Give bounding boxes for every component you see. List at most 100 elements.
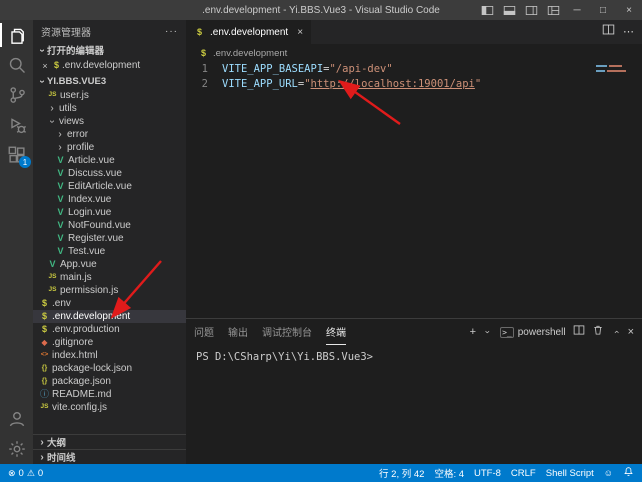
tree-item[interactable]: › JS permission.js <box>33 284 186 297</box>
tree-item[interactable]: › V Test.vue <box>33 245 186 258</box>
tree-item[interactable]: › V Discuss.vue <box>33 167 186 180</box>
problems-status[interactable]: ⊗ 0 ⚠ 0 <box>8 468 43 479</box>
file-icon: ⓘ <box>39 390 50 399</box>
editor-actions: ⋯ <box>602 20 642 44</box>
terminal-output[interactable]: PS D:\CSharp\Yi\Yi.BBS.Vue3> <box>186 345 642 464</box>
tree-item[interactable]: › ⓘ README.md <box>33 388 186 401</box>
toggle-secondary-sidebar-icon[interactable] <box>520 0 542 20</box>
line-content: VITE_APP_BASEAPI="/api-dev" <box>222 62 393 77</box>
eol-status[interactable]: CRLF <box>511 468 536 479</box>
bottom-panel: 问题输出调试控制台终端 + › >_ powershell <box>186 318 642 464</box>
code-line[interactable]: 2VITE_APP_URL="http://localhost:19001/ap… <box>186 77 642 92</box>
file-icon: <> <box>39 352 50 359</box>
tree-item[interactable]: › JS vite.config.js <box>33 401 186 414</box>
breadcrumb[interactable]: $ .env.development <box>186 44 642 62</box>
file-icon: $ <box>39 325 50 334</box>
tab-close-icon[interactable]: × <box>297 27 303 38</box>
folder-chevron-icon: › <box>55 142 65 153</box>
split-terminal-icon[interactable] <box>573 323 585 341</box>
file-icon: V <box>47 260 58 269</box>
kill-terminal-trash-icon[interactable] <box>592 323 604 341</box>
minimize-button[interactable]: ─ <box>564 0 590 20</box>
tree-item[interactable]: › error <box>33 128 186 141</box>
close-button[interactable]: × <box>616 0 642 20</box>
explorer-sidebar: 资源管理器 ··· › 打开的编辑器 × $ .env.development … <box>33 20 186 464</box>
tree-item[interactable]: › {} package.json <box>33 375 186 388</box>
panel-tab[interactable]: 终端 <box>326 319 346 345</box>
tree-item-label: utils <box>59 103 77 114</box>
tree-item-label: Test.vue <box>68 246 105 257</box>
tree-item[interactable]: › V App.vue <box>33 258 186 271</box>
code-line[interactable]: 1VITE_APP_BASEAPI="/api-dev" <box>186 62 642 77</box>
tree-item[interactable]: › V Index.vue <box>33 193 186 206</box>
notifications-bell-icon[interactable] <box>623 466 634 480</box>
tree-item-label: App.vue <box>60 259 97 270</box>
chevron-down-icon[interactable]: › <box>483 327 493 337</box>
source-control-icon[interactable] <box>0 80 33 110</box>
maximize-panel-icon[interactable]: › <box>611 327 621 337</box>
more-actions-icon[interactable]: ··· <box>165 26 178 37</box>
error-icon: ⊗ <box>8 468 16 479</box>
tree-item[interactable]: › {} package-lock.json <box>33 362 186 375</box>
tree-item[interactable]: › V Register.vue <box>33 232 186 245</box>
tree-item[interactable]: › JS main.js <box>33 271 186 284</box>
tree-item-label: Index.vue <box>68 194 111 205</box>
title-bar: .env.development - Yi.BBS.Vue3 - Visual … <box>0 0 642 20</box>
explorer-icon[interactable] <box>0 20 33 50</box>
open-editor-label: .env.development <box>62 60 140 71</box>
extensions-badge: 1 <box>19 156 31 168</box>
account-icon[interactable] <box>0 404 33 434</box>
tree-item[interactable]: › V NotFound.vue <box>33 219 186 232</box>
outline-section-header[interactable]: › 大纲 <box>33 434 186 449</box>
toggle-panel-icon[interactable] <box>498 0 520 20</box>
tree-item[interactable]: › $ .env <box>33 297 186 310</box>
open-editor-item[interactable]: × $ .env.development <box>33 58 186 73</box>
code-editor[interactable]: 1VITE_APP_BASEAPI="/api-dev"2VITE_APP_UR… <box>186 62 642 318</box>
tree-item[interactable]: › <> index.html <box>33 349 186 362</box>
panel-tabs: 问题输出调试控制台终端 <box>194 319 346 345</box>
tree-item[interactable]: › V Login.vue <box>33 206 186 219</box>
tree-item[interactable]: › V EditArticle.vue <box>33 180 186 193</box>
language-mode[interactable]: Shell Script <box>546 468 594 479</box>
terminal-shell-picker[interactable]: >_ powershell <box>500 327 565 338</box>
minimap[interactable] <box>596 65 634 75</box>
run-debug-icon[interactable] <box>0 110 33 140</box>
feedback-smiley-icon[interactable]: ☺ <box>604 468 613 478</box>
customize-layout-icon[interactable] <box>542 0 564 20</box>
tree-item[interactable]: › V Article.vue <box>33 154 186 167</box>
tree-item[interactable]: › JS user.js <box>33 89 186 102</box>
maximize-button[interactable]: □ <box>590 0 616 20</box>
new-terminal-icon[interactable]: + <box>470 327 476 338</box>
search-icon[interactable] <box>0 50 33 80</box>
panel-tab[interactable]: 输出 <box>228 319 248 345</box>
tree-item[interactable]: › ◆ .gitignore <box>33 336 186 349</box>
tree-item[interactable]: › utils <box>33 102 186 115</box>
panel-tab[interactable]: 问题 <box>194 319 214 345</box>
shell-file-icon: $ <box>51 61 62 70</box>
more-actions-icon[interactable]: ⋯ <box>623 27 634 38</box>
tree-item[interactable]: › $ .env.development <box>33 310 186 323</box>
tree-item[interactable]: › profile <box>33 141 186 154</box>
split-editor-icon[interactable] <box>602 23 615 41</box>
tree-item-label: vite.config.js <box>52 402 107 413</box>
extensions-icon[interactable]: 1 <box>0 140 33 170</box>
tab-env-development[interactable]: $ .env.development × <box>186 20 311 44</box>
close-icon[interactable]: × <box>39 61 51 71</box>
sidebar-title: 资源管理器 <box>41 24 91 39</box>
file-icon: V <box>55 182 66 191</box>
vscode-window: .env.development - Yi.BBS.Vue3 - Visual … <box>0 0 642 482</box>
indentation-status[interactable]: 空格: 4 <box>434 466 464 480</box>
toggle-sidebar-icon[interactable] <box>476 0 498 20</box>
close-panel-icon[interactable]: × <box>628 327 634 338</box>
encoding-status[interactable]: UTF-8 <box>474 468 501 479</box>
status-bar: ⊗ 0 ⚠ 0 行 2, 列 42 空格: 4 UTF-8 CRLF Shell… <box>0 464 642 482</box>
open-editors-header[interactable]: › 打开的编辑器 <box>33 42 186 58</box>
breadcrumb-item[interactable]: .env.development <box>213 48 287 59</box>
project-section-header[interactable]: › YI.BBS.VUE3 <box>33 73 186 89</box>
cursor-position[interactable]: 行 2, 列 42 <box>379 466 424 480</box>
settings-gear-icon[interactable] <box>0 434 33 464</box>
panel-tab[interactable]: 调试控制台 <box>262 319 312 345</box>
tree-item[interactable]: › views <box>33 115 186 128</box>
tree-item[interactable]: › $ .env.production <box>33 323 186 336</box>
timeline-section-header[interactable]: › 时间线 <box>33 449 186 464</box>
